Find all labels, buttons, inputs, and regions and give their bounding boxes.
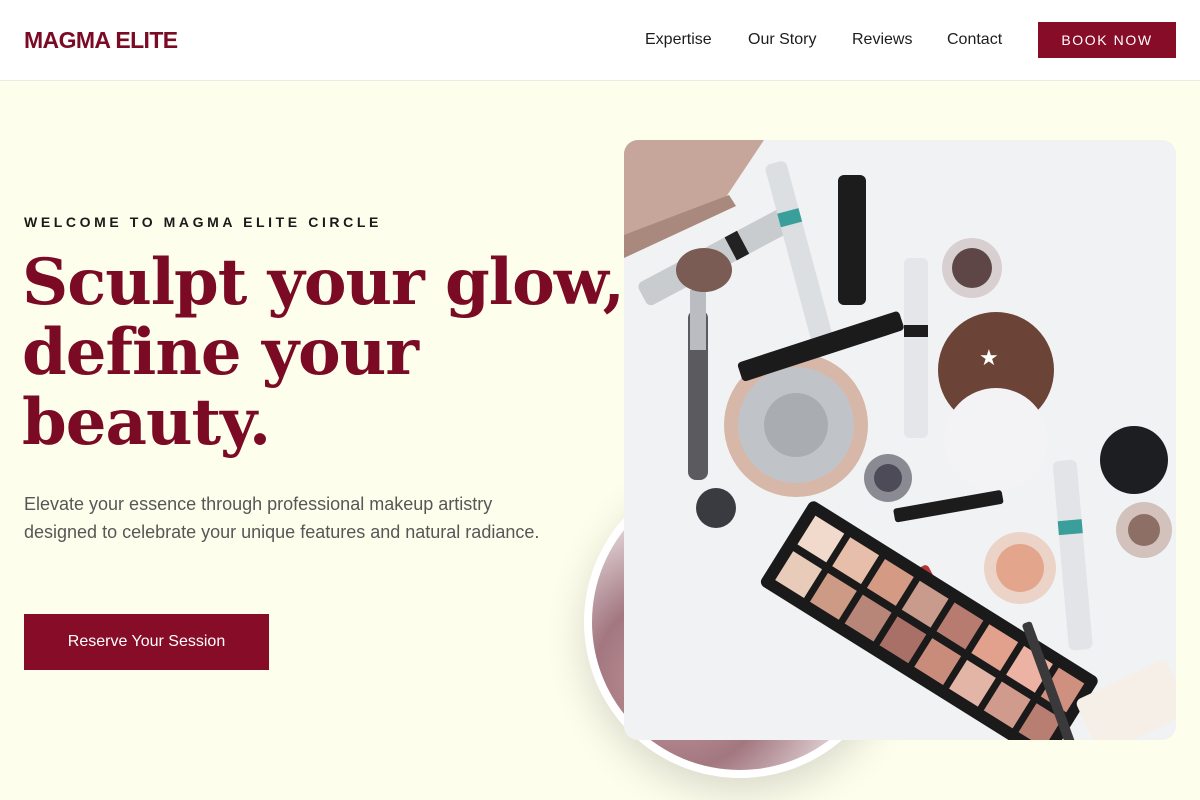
makeup-flatlay-illustration: ★ xyxy=(624,140,1176,740)
nav-link-our-story[interactable]: Our Story xyxy=(748,31,816,49)
headline-line-1: Sculpt your glow, xyxy=(22,245,625,320)
brand-logo[interactable]: MAGMA ELITE xyxy=(24,27,178,54)
reserve-session-button[interactable]: Reserve Your Session xyxy=(24,614,269,670)
nav-link-contact[interactable]: Contact xyxy=(947,31,1002,49)
headline-line-3: beauty. xyxy=(22,385,271,460)
makeup-products-image: ★ xyxy=(624,140,1176,740)
hero-eyebrow: WELCOME TO MAGMA ELITE CIRCLE xyxy=(24,214,382,230)
site-header: MAGMA ELITE Expertise Our Story Reviews … xyxy=(0,0,1200,81)
svg-text:★: ★ xyxy=(979,346,999,371)
black-mascara xyxy=(838,175,866,305)
book-now-button[interactable]: BOOK NOW xyxy=(1038,22,1176,58)
headline-line-2: define your xyxy=(22,315,419,390)
nav-link-expertise[interactable]: Expertise xyxy=(645,31,712,49)
hero-headline: Sculpt your glow, define your beauty. xyxy=(22,245,625,460)
hero-description: Elevate your essence through professiona… xyxy=(24,494,540,542)
nav-link-reviews[interactable]: Reviews xyxy=(852,31,912,49)
